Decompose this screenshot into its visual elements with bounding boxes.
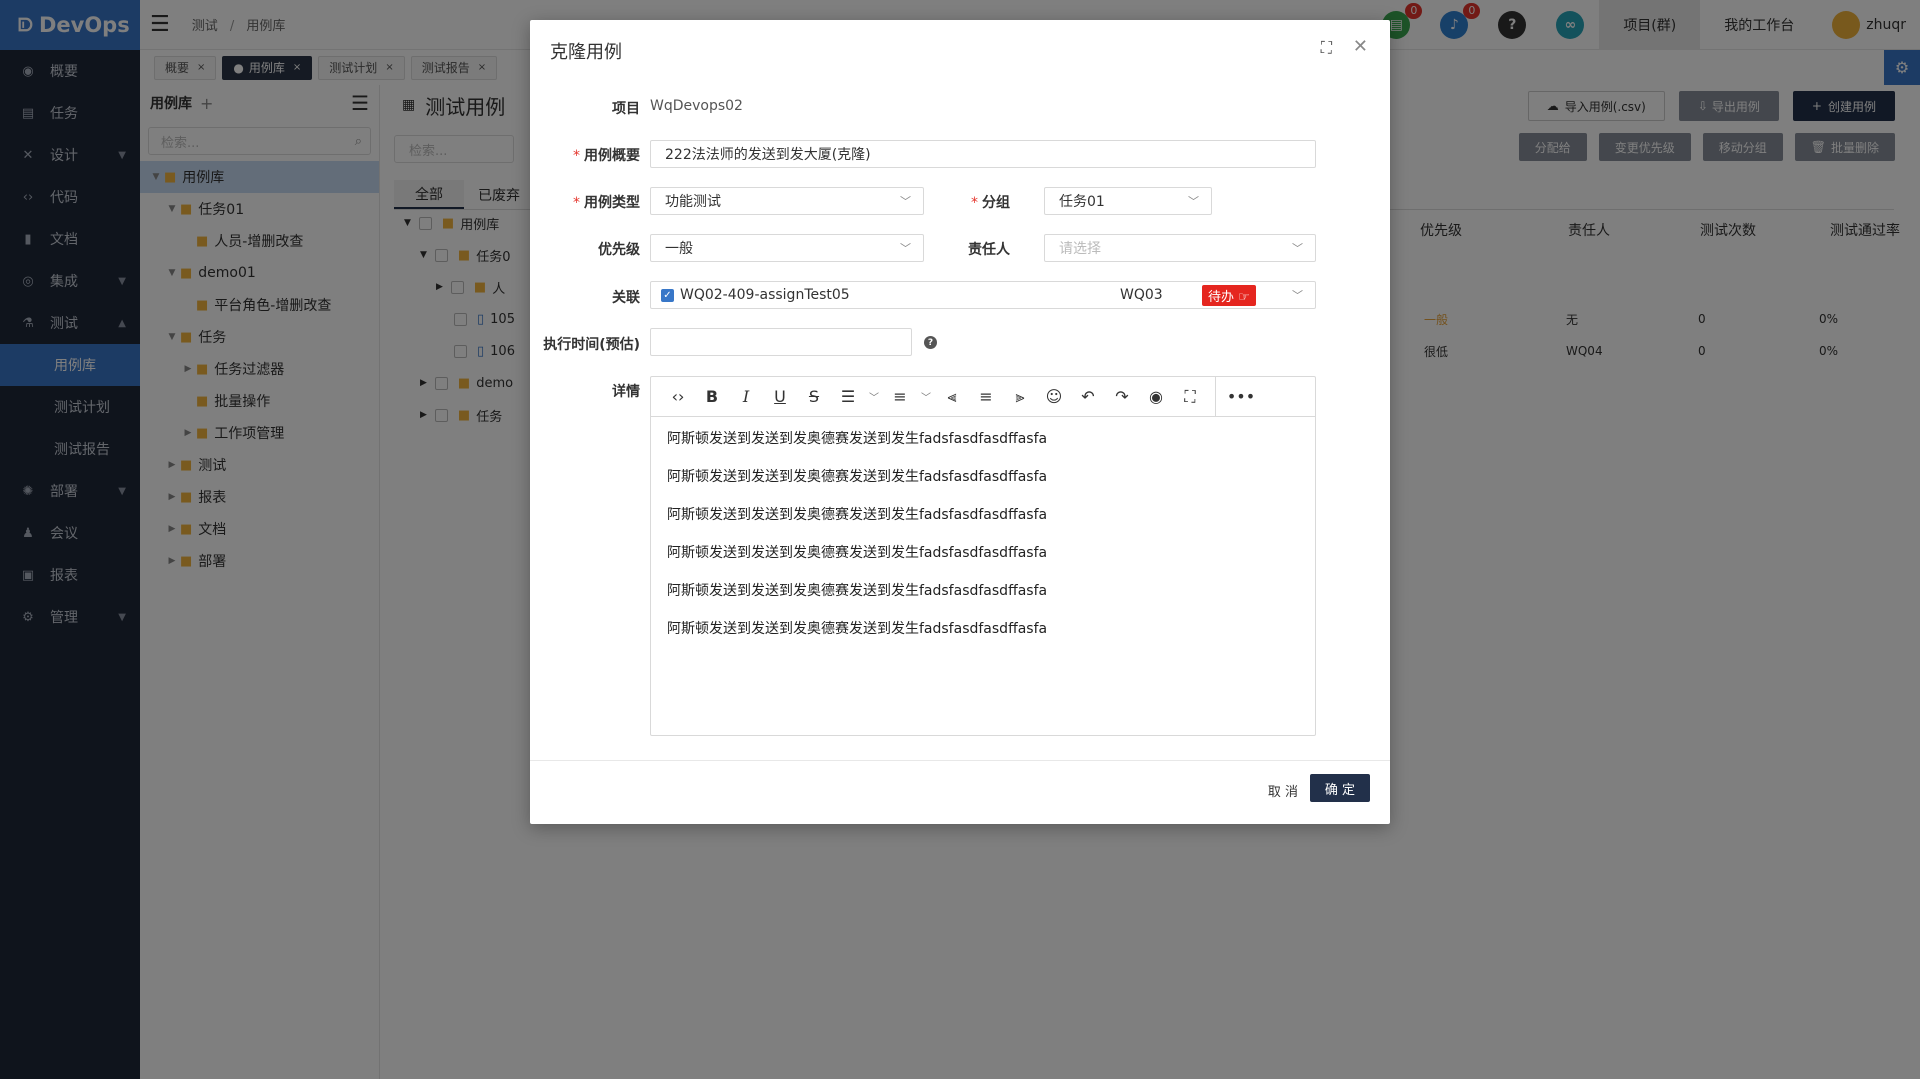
- chevron-down-icon: ﹀: [1292, 289, 1303, 302]
- editor-paragraph: 阿斯顿发送到发送到发奥德赛发送到发生fadsfasdfasdffasfa: [667, 583, 1048, 599]
- dialog-footer: 取 消 确 定: [530, 760, 1390, 824]
- preview-eye-icon[interactable]: ◉: [1139, 387, 1173, 406]
- exec-time-input[interactable]: [650, 328, 912, 356]
- align-center-icon[interactable]: ≡: [969, 387, 1003, 406]
- project-label: 项目: [612, 101, 640, 117]
- help-icon[interactable]: ?: [924, 336, 937, 349]
- chevron-down-icon: ﹀: [1188, 195, 1199, 208]
- relate-select[interactable]: ✓ WQ02-409-assignTest05 WQ03 待办 ☞ ﹀: [650, 281, 1316, 309]
- strikethrough-icon[interactable]: S: [797, 387, 831, 406]
- group-label: * 分组: [971, 195, 1010, 211]
- editor-paragraph: 阿斯顿发送到发送到发奥德赛发送到发生fadsfasdfasdffasfa: [667, 507, 1048, 523]
- align-left-icon[interactable]: ⫷: [935, 387, 969, 407]
- detail-label: 详情: [612, 384, 640, 400]
- chevron-down-icon[interactable]: ﹀: [917, 389, 935, 404]
- rich-text-editor[interactable]: ‹› B I U S ☰ ﹀ ≡ ﹀ ⫷ ≡ ⫸ ☺ ↶ ↷ ◉ ⛶ ••• 阿斯顿…: [650, 376, 1316, 736]
- exec-time-label: 执行时间(预估): [543, 337, 640, 353]
- summary-input[interactable]: 222法法师的发送到发大厦(克隆): [650, 140, 1316, 168]
- project-value: WqDevops02: [650, 98, 743, 114]
- bullet-list-icon[interactable]: ☰: [831, 387, 865, 406]
- editor-content[interactable]: 阿斯顿发送到发送到发奥德赛发送到发生fadsfasdfasdffasfa 阿斯顿…: [651, 417, 1315, 665]
- owner-select[interactable]: 请选择 ﹀: [1044, 234, 1316, 262]
- editor-paragraph: 阿斯顿发送到发送到发奥德赛发送到发生fadsfasdfasdffasfa: [667, 469, 1048, 485]
- chevron-down-icon[interactable]: ﹀: [865, 389, 883, 404]
- toolbar-divider: [1215, 376, 1216, 417]
- clone-case-dialog: 克隆用例 ⛶ ✕ 项目 WqDevops02 * 用例概要 222法法师的发送到发…: [530, 20, 1390, 824]
- relate-label: 关联: [612, 290, 640, 306]
- editor-paragraph: 阿斯顿发送到发送到发奥德赛发送到发生fadsfasdfasdffasfa: [667, 621, 1048, 637]
- redo-icon[interactable]: ↷: [1105, 387, 1139, 406]
- status-badge: 待办 ☞: [1202, 284, 1256, 306]
- checkbox-checked-icon[interactable]: ✓: [661, 288, 674, 302]
- editor-paragraph: 阿斯顿发送到发送到发奥德赛发送到发生fadsfasdfasdffasfa: [667, 431, 1048, 447]
- underline-icon[interactable]: U: [763, 387, 797, 406]
- close-icon[interactable]: ✕: [1353, 36, 1368, 57]
- cancel-button[interactable]: 取 消: [1268, 781, 1298, 800]
- priority-select[interactable]: 一般 ﹀: [650, 234, 924, 262]
- owner-label: 责任人: [968, 242, 1010, 258]
- bold-icon[interactable]: B: [695, 387, 729, 406]
- relate-user: WQ03: [1120, 287, 1163, 303]
- editor-paragraph: 阿斯顿发送到发送到发奥德赛发送到发生fadsfasdfasdffasfa: [667, 545, 1048, 561]
- chevron-down-icon: ﹀: [1292, 242, 1303, 255]
- more-icon[interactable]: •••: [1224, 387, 1258, 406]
- summary-label: * 用例概要: [573, 148, 640, 164]
- align-right-icon[interactable]: ⫸: [1003, 387, 1037, 407]
- editor-toolbar: ‹› B I U S ☰ ﹀ ≡ ﹀ ⫷ ≡ ⫸ ☺ ↶ ↷ ◉ ⛶ •••: [651, 376, 1315, 417]
- fullscreen-icon[interactable]: ⛶: [1173, 387, 1207, 407]
- confirm-button[interactable]: 确 定: [1310, 774, 1370, 802]
- maximize-icon[interactable]: ⛶: [1321, 38, 1332, 58]
- code-view-icon[interactable]: ‹›: [661, 387, 695, 406]
- group-select[interactable]: 任务01 ﹀: [1044, 187, 1212, 215]
- emoji-icon[interactable]: ☺: [1037, 387, 1071, 406]
- italic-icon[interactable]: I: [729, 387, 763, 406]
- type-label: * 用例类型: [573, 195, 640, 211]
- dialog-title: 克隆用例: [550, 42, 622, 63]
- numbered-list-icon[interactable]: ≡: [883, 387, 917, 406]
- undo-icon[interactable]: ↶: [1071, 387, 1105, 406]
- priority-label: 优先级: [598, 242, 640, 258]
- case-type-select[interactable]: 功能测试 ﹀: [650, 187, 924, 215]
